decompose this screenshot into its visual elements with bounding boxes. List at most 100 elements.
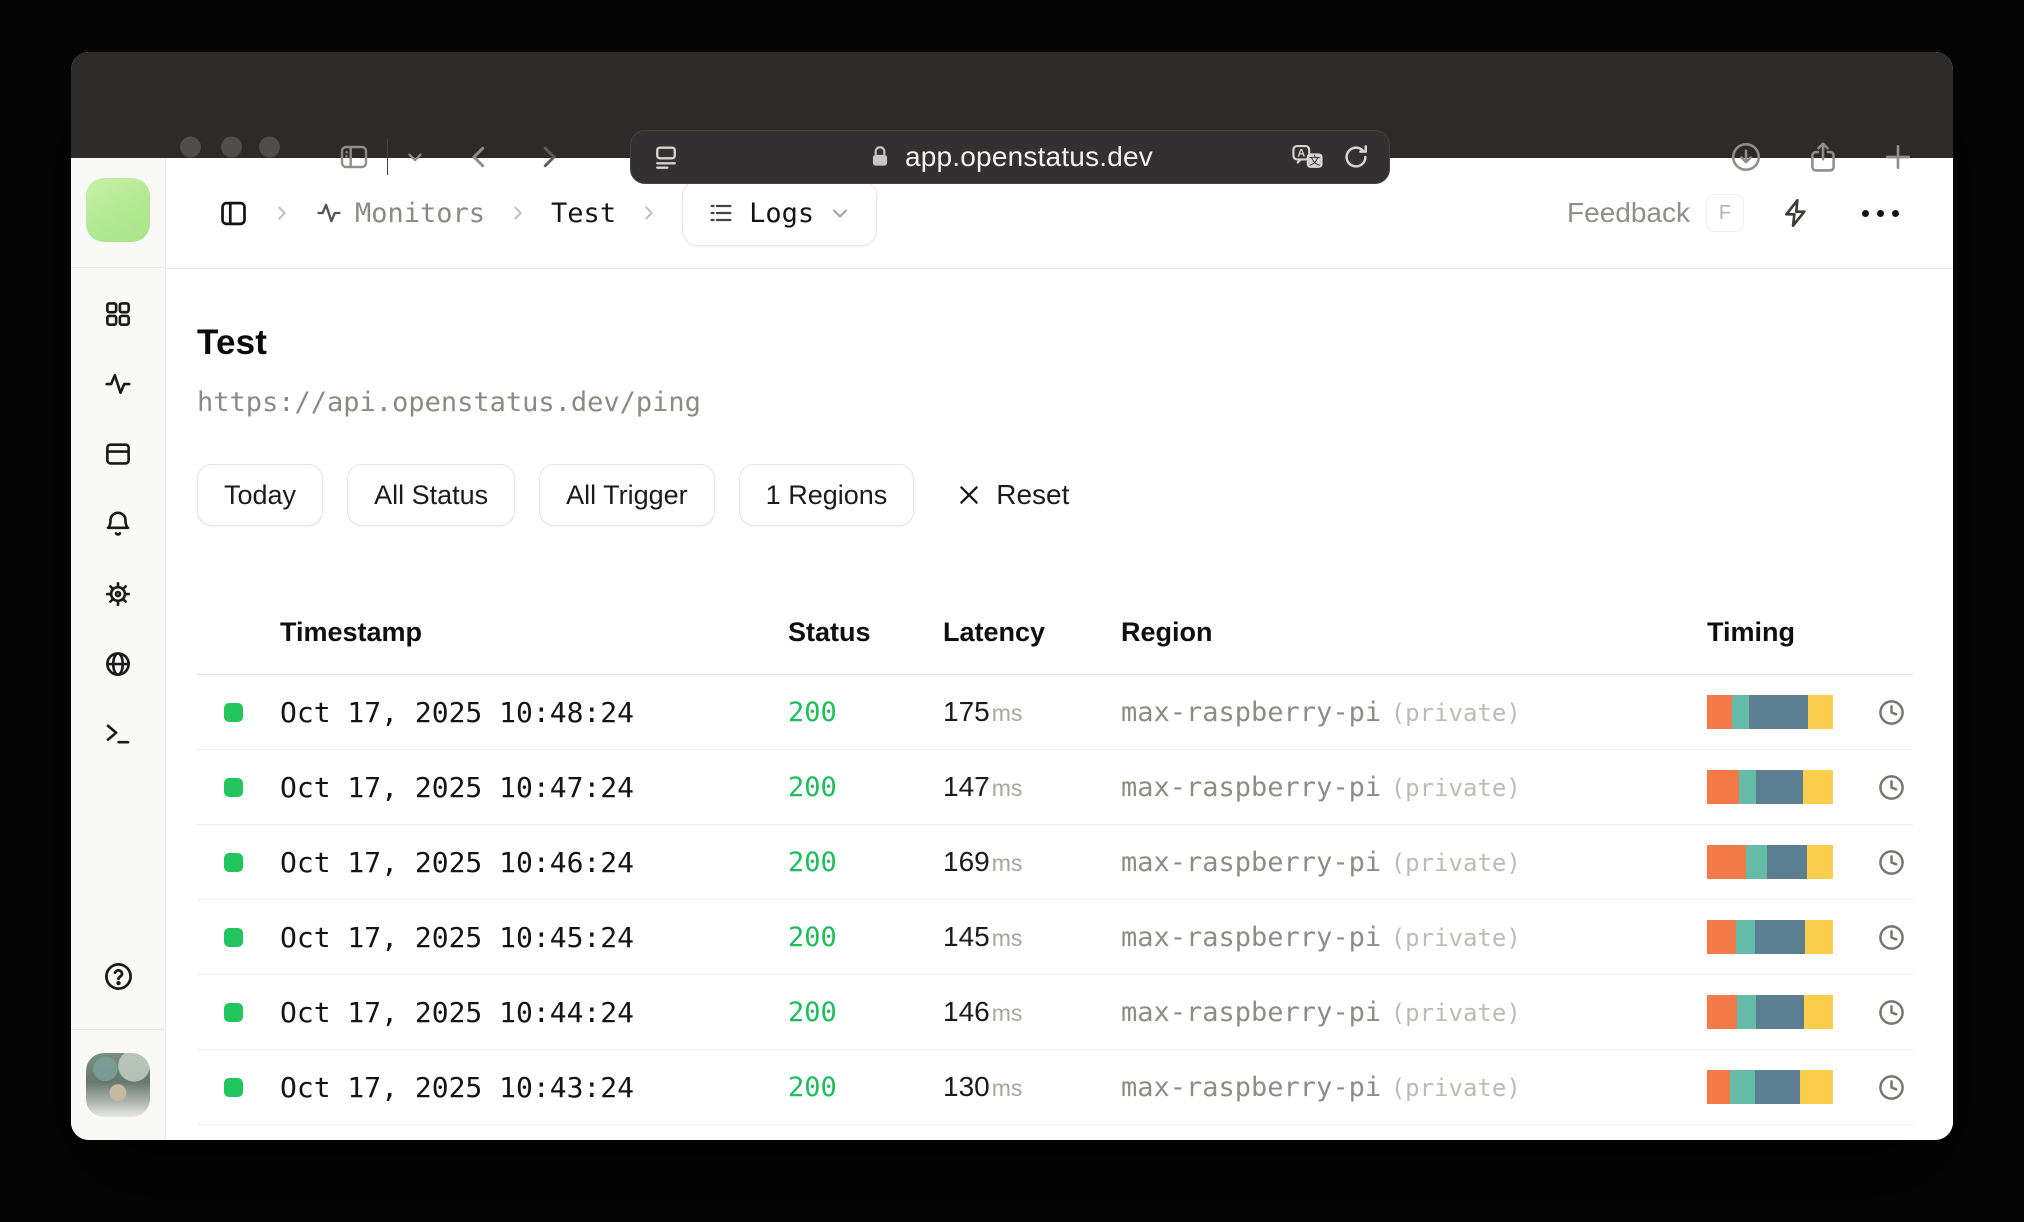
svg-text:文: 文 — [1309, 154, 1321, 168]
status-cell: 200 — [788, 846, 837, 878]
status-dot — [224, 1077, 243, 1097]
lock-icon — [872, 146, 888, 166]
filter-regions-button[interactable]: 1 Regions — [738, 464, 915, 526]
page-title: Test — [197, 323, 268, 362]
clock-icon[interactable] — [1876, 997, 1907, 1028]
latency-cell: 130 ms — [943, 1071, 1023, 1102]
activity-icon[interactable] — [103, 369, 133, 399]
bell-icon[interactable] — [103, 509, 133, 539]
table-header: Timestamp Status Latency Region Timing — [197, 590, 1913, 675]
timing-segment — [1732, 695, 1749, 729]
clock-icon[interactable] — [1876, 922, 1907, 953]
workspace-logo[interactable] — [86, 178, 150, 242]
timing-segment — [1806, 845, 1833, 879]
timing-segment — [1707, 695, 1733, 729]
timing-segment — [1807, 695, 1833, 729]
region-cell: max-raspberry-pi (private) — [1121, 846, 1521, 878]
timestamp-cell: Oct 17, 2025 10:46:24 — [280, 845, 635, 879]
translate-icon[interactable]: A文 — [1291, 142, 1325, 172]
region-cell: max-raspberry-pi (private) — [1121, 996, 1521, 1028]
timing-segment — [1737, 995, 1757, 1029]
close-window-button[interactable] — [180, 136, 201, 158]
more-options-button[interactable] — [1856, 204, 1905, 223]
url-text[interactable]: app.openstatus.dev — [905, 141, 1153, 173]
timestamp-cell: Oct 17, 2025 10:47:24 — [280, 770, 635, 804]
filter-status-button[interactable]: All Status — [347, 464, 516, 526]
terminal-icon[interactable] — [103, 719, 133, 749]
chevron-down-icon[interactable] — [404, 146, 426, 168]
timing-segment — [1756, 770, 1803, 804]
clock-icon[interactable] — [1876, 847, 1907, 878]
status-cell: 200 — [788, 996, 837, 1028]
clock-icon[interactable] — [1876, 697, 1907, 728]
feedback-button[interactable]: Feedback F — [1567, 194, 1744, 232]
panel-toggle-icon[interactable] — [218, 198, 249, 229]
timing-bar — [1707, 695, 1833, 729]
download-icon[interactable] — [1729, 140, 1763, 174]
table-row[interactable]: Oct 17, 2025 10:46:24 200 169 ms max-raspber… — [197, 825, 1913, 900]
latency-cell: 146 ms — [943, 996, 1023, 1027]
clock-icon[interactable] — [1876, 772, 1907, 803]
timing-segment — [1805, 920, 1833, 954]
help-icon[interactable] — [102, 960, 135, 993]
breadcrumb-separator-icon — [271, 202, 293, 224]
status-cell: 200 — [788, 1071, 837, 1103]
view-switcher-logs[interactable]: Logs — [682, 180, 878, 246]
status-page-icon[interactable] — [103, 439, 133, 469]
globe-icon[interactable] — [103, 649, 133, 679]
back-icon[interactable] — [464, 142, 494, 172]
breadcrumb-separator-icon — [507, 202, 529, 224]
sidebar-toggle-icon[interactable] — [338, 141, 370, 173]
status-dot — [224, 1002, 243, 1022]
table-row[interactable]: Oct 17, 2025 10:44:24 200 146 ms max-raspber… — [197, 975, 1913, 1050]
region-cell: max-raspberry-pi (private) — [1121, 921, 1521, 953]
breadcrumb-monitors[interactable]: Monitors — [315, 198, 485, 229]
timing-segment — [1735, 920, 1755, 954]
status-cell: 200 — [788, 696, 837, 728]
minimize-window-button[interactable] — [221, 136, 242, 158]
timing-segment — [1707, 1070, 1730, 1104]
table-row[interactable]: Oct 17, 2025 10:47:24 200 147 ms max-raspber… — [197, 750, 1913, 825]
activity-icon — [317, 203, 341, 223]
col-timing: Timing — [1707, 616, 1796, 647]
timing-bar — [1707, 770, 1833, 804]
cog-icon[interactable] — [103, 579, 133, 609]
reset-filters-button[interactable]: Reset — [956, 479, 1069, 511]
zap-icon[interactable] — [1780, 197, 1812, 229]
timing-segment — [1756, 995, 1804, 1029]
table-row[interactable]: Oct 17, 2025 10:43:24 200 130 ms max-raspber… — [197, 1050, 1913, 1125]
user-avatar[interactable] — [86, 1053, 150, 1117]
latency-cell: 169 ms — [943, 846, 1023, 877]
region-cell: max-raspberry-pi (private) — [1121, 696, 1521, 728]
breadcrumb-separator-icon — [638, 202, 660, 224]
timing-segment — [1800, 1070, 1833, 1104]
table-row[interactable]: Oct 17, 2025 10:45:24 200 145 ms max-raspber… — [197, 900, 1913, 975]
feedback-shortcut-badge: F — [1706, 194, 1744, 232]
x-icon — [960, 486, 979, 504]
toolbar-divider — [387, 139, 388, 175]
filter-date-button[interactable]: Today — [197, 464, 324, 526]
filter-trigger-button[interactable]: All Trigger — [539, 464, 715, 526]
log-table: Timestamp Status Latency Region Timing O… — [197, 590, 1913, 1125]
clock-icon[interactable] — [1876, 1072, 1907, 1103]
timing-segment — [1738, 770, 1757, 804]
reload-icon[interactable] — [1341, 142, 1371, 172]
timestamp-cell: Oct 17, 2025 10:48:24 — [280, 695, 635, 729]
status-cell: 200 — [788, 771, 837, 803]
forward-icon[interactable] — [534, 142, 564, 172]
address-bar[interactable]: app.openstatus.dev A文 — [630, 130, 1390, 184]
breadcrumb-test[interactable]: Test — [551, 198, 616, 229]
log-rows: Oct 17, 2025 10:48:24 200 175 ms max-raspber… — [197, 675, 1913, 1125]
status-cell: 200 — [788, 921, 837, 953]
dashboard-grid-icon[interactable] — [103, 299, 133, 329]
monitor-endpoint: https://api.openstatus.dev/ping — [197, 387, 701, 418]
share-icon[interactable] — [1806, 140, 1840, 174]
zoom-window-button[interactable] — [259, 136, 280, 158]
table-row[interactable]: Oct 17, 2025 10:48:24 200 175 ms max-raspber… — [197, 675, 1913, 750]
latency-cell: 175 ms — [943, 696, 1023, 727]
timing-segment — [1754, 920, 1806, 954]
timestamp-cell: Oct 17, 2025 10:43:24 — [280, 1070, 635, 1104]
timestamp-cell: Oct 17, 2025 10:44:24 — [280, 995, 635, 1029]
new-tab-icon[interactable] — [1882, 141, 1914, 173]
col-region: Region — [1121, 616, 1213, 647]
